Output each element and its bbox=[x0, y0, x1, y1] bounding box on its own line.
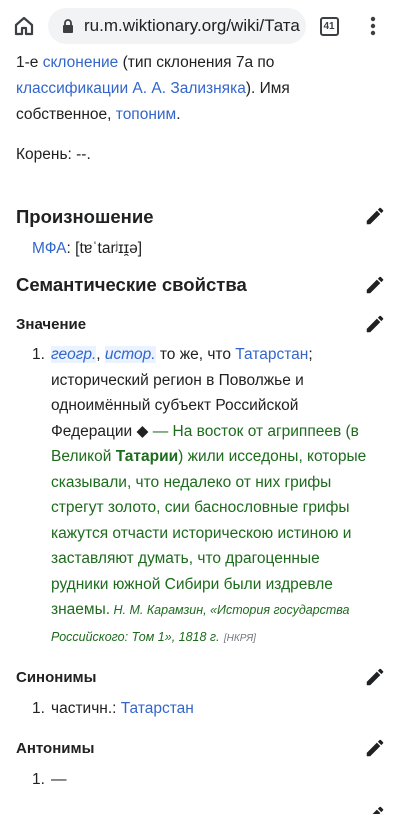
tab-switcher-button[interactable]: 41 bbox=[314, 11, 344, 41]
edit-pencil-icon[interactable] bbox=[364, 666, 386, 688]
address-bar[interactable]: ru.m.wiktionary.org/wiki/Тата bbox=[48, 8, 306, 44]
edit-pencil-icon[interactable] bbox=[364, 804, 386, 814]
istor-tag[interactable]: истор. bbox=[104, 346, 156, 363]
item-number: 1. bbox=[32, 771, 45, 788]
ipa-value: : [tɐˈtarʲɪɪ̯ə] bbox=[66, 240, 143, 257]
edit-pencil-icon[interactable] bbox=[364, 313, 386, 335]
text: — bbox=[51, 771, 67, 788]
text: собственное, bbox=[16, 106, 116, 123]
synonym-item: 1. частичн.: Татарстан bbox=[32, 696, 372, 722]
text: . bbox=[176, 106, 181, 123]
toponym-link[interactable]: топоним bbox=[116, 106, 176, 123]
url-text: ru.m.wiktionary.org/wiki/Тата bbox=[84, 16, 300, 35]
antonyms-heading: Антонимы bbox=[16, 740, 95, 757]
item-number: 1. bbox=[32, 346, 45, 363]
tatarstan-link[interactable]: Татарстан bbox=[235, 346, 308, 363]
item-number: 1. bbox=[32, 700, 45, 717]
edit-pencil-icon[interactable] bbox=[364, 205, 386, 227]
declension-link[interactable]: склонение bbox=[43, 54, 119, 71]
ipa-link[interactable]: МФА bbox=[32, 240, 67, 257]
synonyms-heading: Синонимы bbox=[16, 669, 97, 686]
geogr-tag[interactable]: геогр. bbox=[51, 346, 97, 363]
meaning-item: 1. геогр., истор. то же, что Татарстан; … bbox=[32, 342, 372, 651]
nkrya-link[interactable]: [НКРЯ] bbox=[224, 633, 256, 644]
text: (тип склонения 7а по bbox=[118, 54, 275, 71]
semantic-heading: Семантические свойства bbox=[16, 274, 247, 295]
ipa-line: МФА: [tɐˈtarʲɪɪ̯ə] bbox=[32, 240, 142, 258]
tab-count: 41 bbox=[319, 16, 339, 36]
pronunciation-heading: Произношение bbox=[16, 206, 154, 227]
home-icon[interactable] bbox=[8, 10, 40, 42]
quote-highlight: Татарии bbox=[115, 448, 179, 465]
text: ) жили исседоны, которые сказывали, что … bbox=[51, 448, 367, 618]
quote-text: — На восток от агриппеев (в Великой Тата… bbox=[51, 423, 366, 619]
declension-paragraph: 1-е склонение (тип склонения 7а по класс… bbox=[16, 50, 376, 128]
root-line: Корень: --. bbox=[16, 146, 91, 163]
edit-pencil-icon[interactable] bbox=[364, 274, 386, 296]
text: ). Имя bbox=[245, 80, 290, 97]
text: то же, что bbox=[155, 346, 236, 363]
synonym-link[interactable]: Татарстан bbox=[121, 700, 194, 717]
browser-toolbar: ru.m.wiktionary.org/wiki/Тата 41 bbox=[0, 0, 400, 52]
more-menu-icon[interactable] bbox=[358, 11, 388, 41]
text: частичн.: bbox=[51, 700, 121, 717]
meaning-heading: Значение bbox=[16, 316, 87, 333]
antonym-item: 1. — bbox=[32, 767, 372, 793]
text: 1-е bbox=[16, 54, 43, 71]
edit-pencil-icon[interactable] bbox=[364, 737, 386, 759]
zaliznyak-link[interactable]: классификации А. А. Зализняка bbox=[16, 80, 246, 97]
lock-icon bbox=[63, 19, 73, 33]
text: , bbox=[96, 346, 101, 363]
